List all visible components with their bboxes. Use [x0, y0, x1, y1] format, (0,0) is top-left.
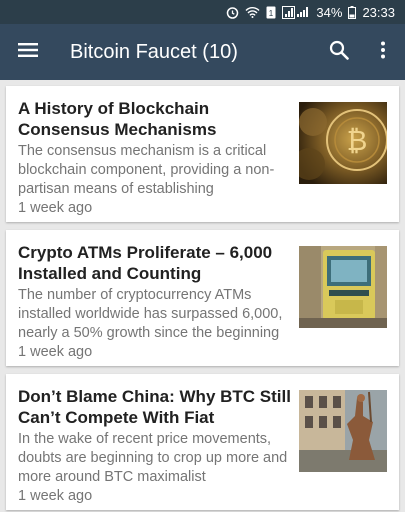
search-button[interactable] — [317, 24, 361, 80]
article-title: Don’t Blame China: Why BTC Still Can’t C… — [18, 387, 291, 427]
app-bar: Bitcoin Faucet (10) — [0, 24, 405, 80]
article-time: 1 week ago — [18, 344, 93, 360]
signal-icon — [282, 5, 310, 19]
menu-icon — [18, 42, 38, 63]
battery-icon — [348, 5, 357, 19]
golden-bitcoin-thumbnail: ₿ — [299, 102, 387, 184]
status-bar: 1 34% 23:33 — [0, 0, 405, 24]
alarm-icon — [226, 6, 239, 19]
bitcoin-atm-thumbnail — [299, 246, 387, 328]
clock: 23:33 — [362, 4, 395, 20]
article-title: Crypto ATMs Proliferate – 6,000 Installe… — [18, 243, 273, 283]
more-vertical-icon — [380, 41, 386, 64]
article-title: A History of Blockchain Consensus Mechan… — [18, 99, 217, 139]
article-card[interactable]: A History of Blockchain Consensus Mechan… — [6, 86, 399, 222]
search-icon — [329, 40, 349, 65]
more-options-button[interactable] — [361, 24, 405, 80]
article-snippet: The number of cryptocurrency ATMs instal… — [18, 287, 283, 341]
sim-icon: 1 — [266, 6, 276, 19]
article-time: 1 week ago — [18, 200, 93, 216]
battery-percent: 34% — [316, 4, 343, 20]
article-card[interactable]: Don’t Blame China: Why BTC Still Can’t C… — [6, 374, 399, 510]
statue-thumbnail — [299, 390, 387, 472]
article-snippet: The consensus mechanism is a critical bl… — [18, 143, 275, 197]
article-snippet: In the wake of recent price movements, d… — [18, 431, 288, 485]
menu-button[interactable] — [0, 24, 56, 80]
wifi-icon — [245, 6, 260, 18]
article-time: 1 week ago — [18, 488, 93, 504]
svg-text:₿: ₿ — [347, 124, 368, 157]
svg-text:1: 1 — [269, 9, 274, 18]
article-card[interactable]: Crypto ATMs Proliferate – 6,000 Installe… — [6, 230, 399, 366]
app-title: Bitcoin Faucet (10) — [70, 40, 238, 63]
